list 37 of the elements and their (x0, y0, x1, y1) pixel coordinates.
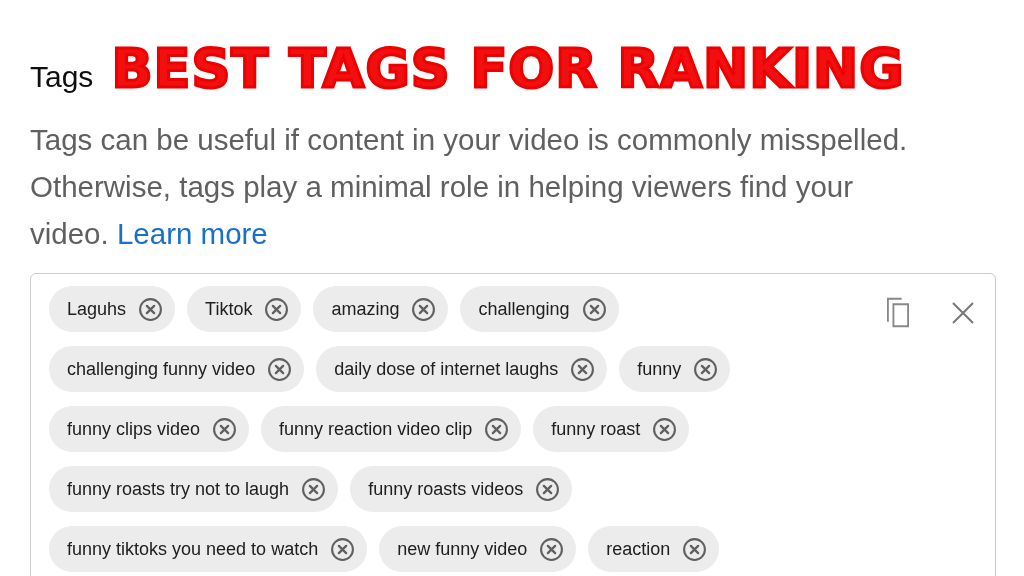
tag-chip[interactable]: funny roasts videos (350, 466, 573, 512)
tag-chip[interactable]: funny roasts try not to laugh (49, 466, 339, 512)
remove-icon[interactable] (570, 356, 596, 382)
remove-icon[interactable] (301, 476, 327, 502)
remove-icon[interactable] (535, 476, 561, 502)
tag-chip[interactable]: funny reaction video clip (261, 406, 522, 452)
tag-chip[interactable]: funny (619, 346, 731, 392)
remove-icon[interactable] (330, 536, 356, 562)
remove-icon[interactable] (581, 296, 607, 322)
tag-chip[interactable]: funny clips video (49, 406, 250, 452)
tag-chip[interactable]: challenging (460, 286, 619, 332)
tag-chip[interactable]: challenging funny video (49, 346, 305, 392)
close-icon[interactable] (951, 301, 975, 325)
remove-icon[interactable] (484, 416, 510, 442)
tag-chip[interactable]: reaction (588, 526, 720, 572)
headline: BEST TAGS FOR RANKING (111, 37, 905, 102)
tag-chip[interactable]: Tiktok (187, 286, 302, 332)
tags-field[interactable] (30, 273, 996, 576)
remove-icon[interactable] (212, 416, 238, 442)
tag-chip[interactable]: funny roast (533, 406, 690, 452)
tag-chip[interactable]: daily dose of internet laughs (316, 346, 608, 392)
remove-icon[interactable] (267, 356, 293, 382)
remove-icon[interactable] (652, 416, 678, 442)
remove-icon[interactable] (138, 296, 164, 322)
tag-chip[interactable]: new funny video (379, 526, 577, 572)
description-text: Tags can be useful if content in your video is commonly misspelled. Otherwise, tags play a minimal role in helping viewers find your video. Learn more (30, 122, 909, 252)
remove-icon[interactable] (411, 296, 437, 322)
section-heading: Tags (30, 60, 94, 95)
tag-chip[interactable]: funny tiktoks you need to watch (49, 526, 368, 572)
tag-chip[interactable]: amazing (313, 286, 449, 332)
remove-icon[interactable] (539, 536, 565, 562)
tag-chip[interactable]: Laguhs (49, 286, 176, 332)
remove-icon[interactable] (693, 356, 719, 382)
copy-icon[interactable] (885, 296, 911, 329)
remove-icon[interactable] (264, 296, 290, 322)
learn-more-link[interactable]: Learn more (116, 217, 268, 250)
remove-icon[interactable] (682, 536, 708, 562)
